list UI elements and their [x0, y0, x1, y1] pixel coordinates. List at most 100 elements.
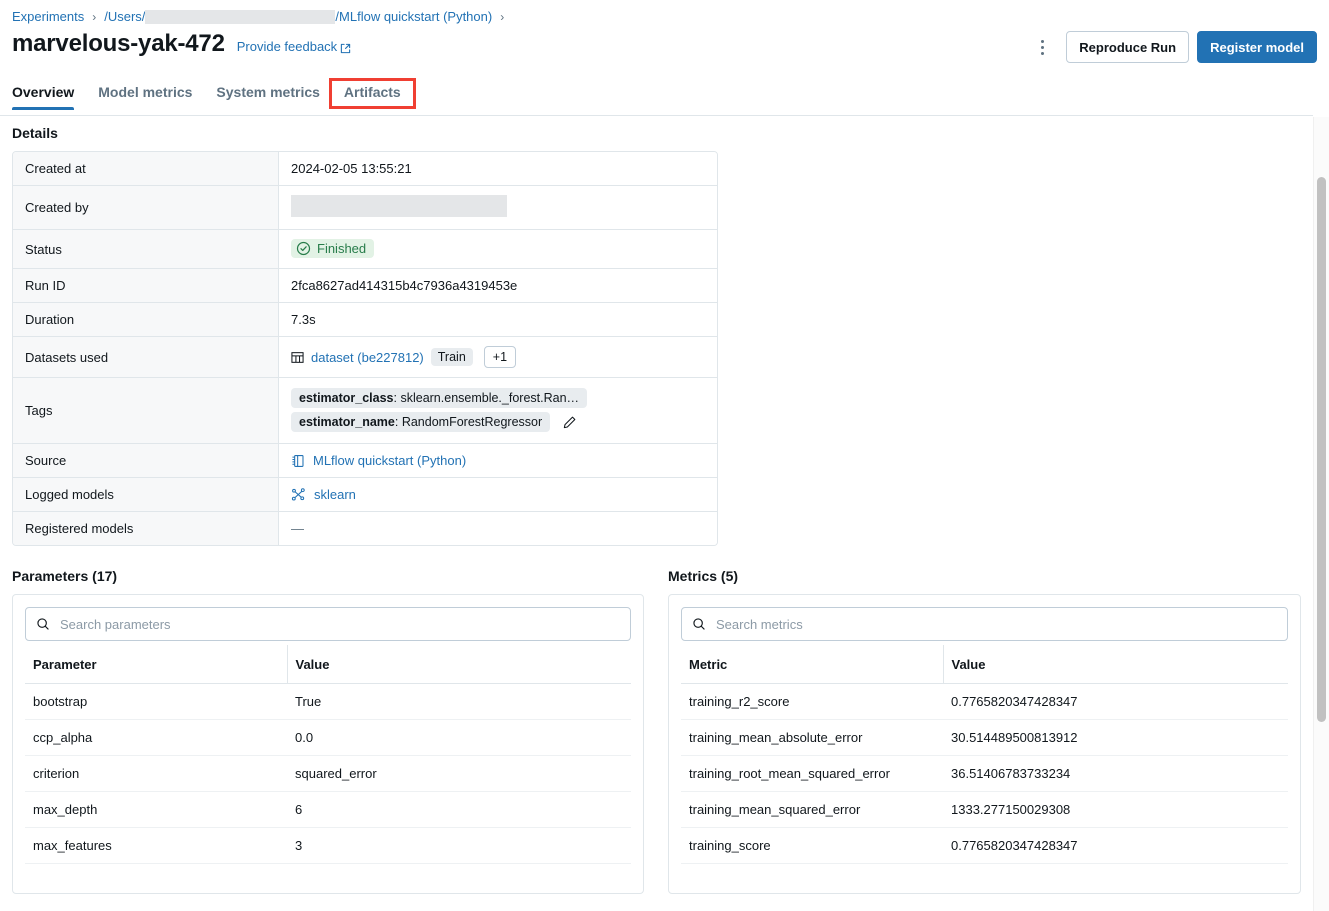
search-metrics-input[interactable]	[714, 615, 1277, 633]
details-row-status: Status Finished	[13, 230, 717, 269]
parameters-card: Parameter Value bootstrap True ccp_alpha	[12, 594, 644, 894]
breadcrumb-experiments[interactable]: Experiments	[12, 8, 84, 26]
label-logged-models: Logged models	[13, 478, 279, 512]
parameter-name: criterion	[25, 755, 287, 792]
tag-key: estimator_name	[299, 415, 395, 429]
metrics-col-value[interactable]: Value	[942, 645, 1288, 684]
metric-name[interactable]: training_mean_squared_error	[681, 791, 943, 828]
metric-name[interactable]: training_score	[681, 827, 943, 864]
details-heading: Details	[12, 125, 58, 141]
parameter-value: True	[287, 683, 631, 720]
table-row[interactable]: ccp_alpha 0.0	[25, 719, 631, 756]
notebook-icon	[291, 454, 305, 468]
reproduce-run-button[interactable]: Reproduce Run	[1066, 31, 1190, 63]
details-table: Created at 2024-02-05 13:55:21 Created b…	[12, 151, 718, 546]
provide-feedback-label: Provide feedback	[236, 39, 338, 54]
bottom-panels: Parameters (17) Search parameters Parame…	[0, 546, 1313, 894]
run-details-page: Experiments › /Users/ /MLflow quickstart…	[0, 0, 1329, 911]
tab-model-metrics[interactable]: Model metrics	[86, 84, 204, 109]
metrics-header-row: Metric Value	[681, 645, 1288, 684]
external-link-icon	[340, 42, 351, 54]
source-link[interactable]: MLflow quickstart (Python)	[313, 453, 466, 468]
dataset-more-chip[interactable]: +1	[483, 346, 517, 368]
metric-name[interactable]: training_mean_absolute_error	[681, 719, 943, 756]
redacted-creator	[291, 195, 507, 217]
table-row[interactable]: bootstrap True	[25, 683, 631, 720]
metric-value: 0.7765820347428347	[943, 683, 1288, 720]
more-options-button[interactable]	[1026, 31, 1058, 63]
table-row[interactable]: training_mean_absolute_error 30.51448950…	[681, 719, 1288, 756]
table-row[interactable]: max_depth 6	[25, 791, 631, 828]
metric-name[interactable]: training_r2_score	[681, 683, 943, 720]
value-created-at: 2024-02-05 13:55:21	[279, 152, 717, 186]
details-row-duration: Duration 7.3s	[13, 303, 717, 337]
details-row-datasets: Datasets used dataset (be227812) Train +…	[13, 337, 717, 378]
parameters-heading: Parameters (17)	[12, 568, 118, 584]
register-model-button[interactable]: Register model	[1197, 31, 1317, 63]
label-run-id: Run ID	[13, 269, 279, 303]
parameters-header-row: Parameter Value	[25, 645, 631, 684]
table-row[interactable]: max_features 3	[25, 827, 631, 864]
value-duration: 7.3s	[279, 303, 717, 337]
metrics-search-box[interactable]	[681, 607, 1288, 641]
tag-value: RandomForestRegressor	[401, 415, 543, 429]
metrics-card: Metric Value training_r2_score 0.7765820…	[668, 594, 1301, 894]
page-scrollbar-thumb[interactable]	[1317, 177, 1326, 722]
details-row-source: Source MLflow quickstart (Python)	[13, 444, 717, 478]
table-row[interactable]: training_root_mean_squared_error 36.5140…	[681, 755, 1288, 792]
details-row-created-at: Created at 2024-02-05 13:55:21	[13, 152, 717, 186]
table-grid-icon	[291, 351, 304, 364]
search-parameters-input[interactable]	[58, 615, 620, 633]
value-run-id: 2fca8627ad414315b4c7936a4319453e	[279, 269, 717, 303]
parameter-name: bootstrap	[25, 683, 287, 720]
search-icon	[692, 617, 706, 631]
label-created-at: Created at	[13, 152, 279, 186]
label-duration: Duration	[13, 303, 279, 337]
value-tags: estimator_class: sklearn.ensemble._fores…	[279, 378, 717, 444]
tag-item: estimator_class: sklearn.ensemble._fores…	[291, 388, 705, 408]
details-row-tags: Tags estimator_class: sklearn.ensemble._…	[13, 378, 717, 444]
parameters-col-value[interactable]: Value	[286, 645, 631, 684]
provide-feedback-link[interactable]: Provide feedback	[237, 39, 351, 54]
metric-value: 1333.277150029308	[943, 791, 1288, 828]
breadcrumb-experiment-path[interactable]: /Users/ /MLflow quickstart (Python)	[104, 8, 492, 26]
parameters-table: Parameter Value bootstrap True ccp_alpha	[25, 645, 631, 864]
tag-pill-estimator-class: estimator_class: sklearn.ensemble._fores…	[291, 388, 588, 408]
page-scrollbar[interactable]	[1313, 117, 1329, 911]
tab-system-metrics[interactable]: System metrics	[204, 84, 332, 109]
table-row[interactable]: training_mean_squared_error 1333.2771500…	[681, 791, 1288, 828]
parameter-name: max_features	[25, 827, 287, 864]
redacted-username	[145, 10, 336, 24]
table-row[interactable]: training_score 0.7765820347428347	[681, 827, 1288, 864]
tag-pill-estimator-name: estimator_name: RandomForestRegressor	[291, 412, 551, 432]
tag-item: estimator_name: RandomForestRegressor	[291, 411, 705, 433]
tab-artifacts[interactable]: Artifacts	[328, 78, 416, 109]
parameter-value: 6	[287, 791, 631, 828]
value-source: MLflow quickstart (Python)	[279, 444, 717, 478]
breadcrumb-separator-1: ›	[92, 10, 97, 24]
tab-bar: Overview Model metrics System metrics Ar…	[0, 78, 1313, 116]
logged-model-link[interactable]: sklearn	[314, 487, 356, 502]
edit-tags-button[interactable]	[558, 411, 580, 433]
pencil-icon	[562, 415, 577, 430]
breadcrumb-users-prefix: /Users/	[104, 9, 146, 24]
tag-key: estimator_class	[299, 391, 394, 405]
value-logged-models: sklearn	[279, 478, 717, 512]
details-section: Details Created at 2024-02-05 13:55:21 C…	[0, 117, 1313, 546]
tab-overview[interactable]: Overview	[12, 84, 86, 110]
tag-value: sklearn.ensemble._forest.Ran…	[400, 391, 580, 405]
search-icon	[36, 617, 50, 631]
label-datasets-used: Datasets used	[13, 337, 279, 378]
table-row[interactable]: training_r2_score 0.7765820347428347	[681, 683, 1288, 720]
parameters-search-box[interactable]	[25, 607, 631, 641]
parameters-col-parameter[interactable]: Parameter	[25, 645, 287, 684]
dataset-link[interactable]: dataset (be227812)	[311, 350, 424, 365]
metrics-heading: Metrics (5)	[668, 568, 739, 584]
content-area: Details Created at 2024-02-05 13:55:21 C…	[0, 117, 1313, 911]
label-source: Source	[13, 444, 279, 478]
metrics-col-metric[interactable]: Metric	[681, 645, 943, 684]
metrics-section: Metrics (5) Search metrics Metric Value …	[668, 568, 1301, 894]
label-created-by: Created by	[13, 186, 279, 230]
metric-name[interactable]: training_root_mean_squared_error	[681, 755, 943, 792]
table-row[interactable]: criterion squared_error	[25, 755, 631, 792]
